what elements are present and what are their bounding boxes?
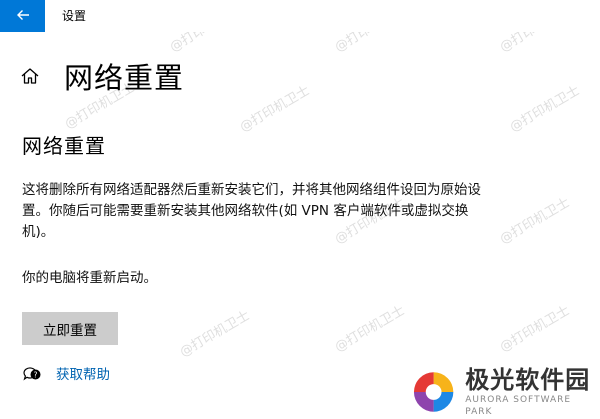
section-title: 网络重置 — [22, 134, 106, 158]
logo-name: 极光软件园 — [465, 366, 591, 394]
watermark: @打印机卫士 — [507, 83, 583, 136]
arrow-left-icon — [16, 7, 30, 26]
watermark: @打印机卫士 — [177, 308, 253, 361]
title-bar: 设置 — [0, 0, 600, 32]
window-title: 设置 — [62, 9, 87, 23]
section-description: 这将删除所有网络适配器然后重新安装它们，并将其他网络组件设回为原始设置。你随后可… — [22, 182, 481, 240]
page-header: 网络重置 — [20, 56, 184, 96]
restart-note: 你的电脑将重新启动。 — [22, 270, 157, 286]
help-row[interactable]: ? 获取帮助 — [22, 363, 110, 383]
watermark: @打印机卫士 — [332, 303, 408, 356]
logo-subtitle: AURORA SOFTWARE PARK — [465, 395, 572, 417]
brand-logo: 极光软件园 AURORA SOFTWARE PARK — [410, 366, 600, 418]
watermark: @打印机卫士 — [237, 83, 313, 136]
page-title: 网络重置 — [64, 61, 185, 95]
get-help-link[interactable]: 获取帮助 — [56, 363, 110, 383]
chat-help-icon: ? — [22, 363, 44, 383]
watermark: @打印机卫士 — [497, 303, 573, 356]
home-icon[interactable] — [20, 65, 42, 87]
aurora-logo-icon — [413, 372, 454, 412]
svg-text:?: ? — [34, 370, 38, 379]
watermark: @打印机卫士 — [497, 195, 573, 248]
reset-now-button[interactable]: 立即重置 — [22, 312, 118, 345]
back-button[interactable] — [0, 0, 45, 32]
